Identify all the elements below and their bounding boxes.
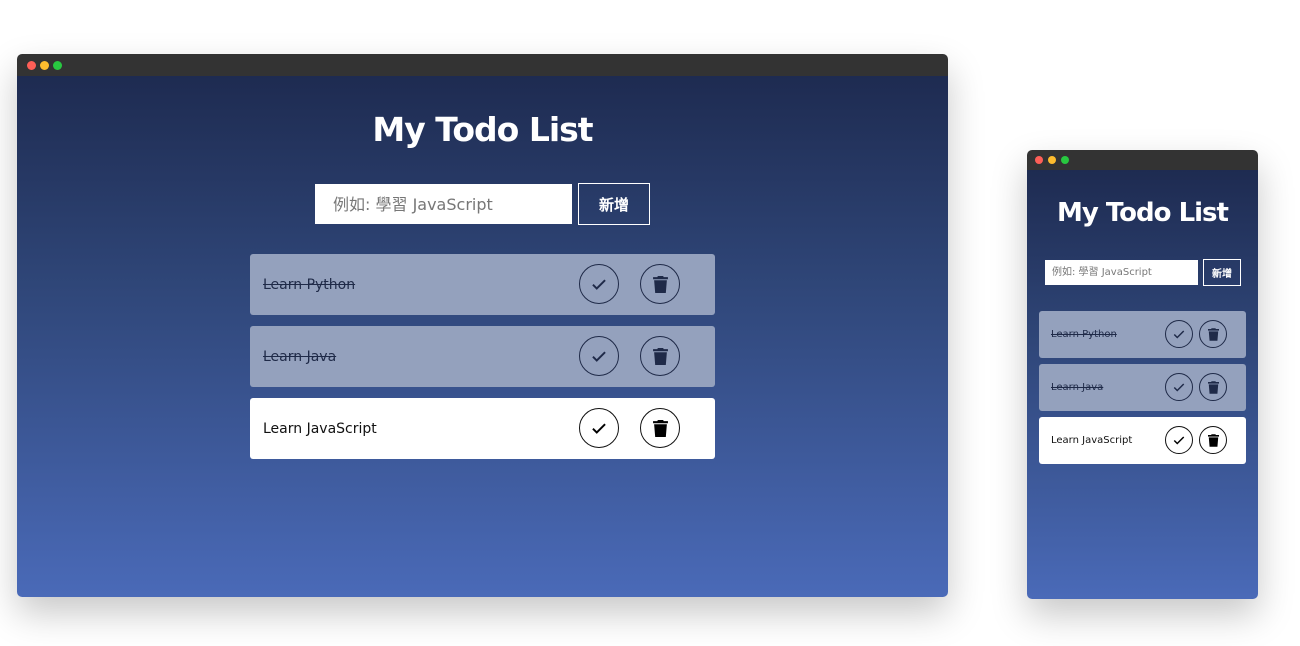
page-title: My Todo List — [372, 110, 593, 149]
complete-button[interactable] — [1165, 373, 1193, 401]
delete-button[interactable] — [1199, 373, 1227, 401]
todo-input[interactable] — [315, 184, 572, 224]
todo-item: Learn Java — [1039, 364, 1246, 411]
add-button[interactable]: 新增 — [578, 183, 650, 225]
check-icon — [1172, 433, 1186, 447]
check-icon — [590, 275, 608, 293]
complete-button[interactable] — [579, 336, 619, 376]
desktop-browser-window: My Todo List 新增 Learn Python Learn Java — [17, 54, 948, 597]
minimize-dot-icon[interactable] — [1048, 156, 1056, 164]
add-button[interactable]: 新增 — [1203, 259, 1241, 286]
trash-icon — [652, 275, 668, 293]
trash-icon — [652, 419, 668, 437]
complete-button[interactable] — [579, 408, 619, 448]
todo-list: Learn Python Learn Java Learn JavaScript — [250, 254, 715, 470]
todo-item: Learn Java — [250, 326, 715, 387]
window-titlebar — [17, 54, 948, 76]
check-icon — [1172, 380, 1186, 394]
app-viewport: My Todo List 新增 Learn Python Learn Java — [17, 76, 948, 597]
todo-input[interactable] — [1045, 260, 1198, 285]
close-dot-icon[interactable] — [1035, 156, 1043, 164]
check-icon — [590, 347, 608, 365]
delete-button[interactable] — [640, 264, 680, 304]
close-dot-icon[interactable] — [27, 61, 36, 70]
complete-button[interactable] — [1165, 320, 1193, 348]
todo-item: Learn JavaScript — [250, 398, 715, 459]
trash-icon — [1207, 380, 1219, 394]
delete-button[interactable] — [1199, 426, 1227, 454]
trash-icon — [652, 347, 668, 365]
window-titlebar — [1027, 150, 1258, 170]
check-icon — [1172, 327, 1186, 341]
minimize-dot-icon[interactable] — [40, 61, 49, 70]
complete-button[interactable] — [1165, 426, 1193, 454]
mobile-browser-window: My Todo List 新增 Learn Python Learn Java — [1027, 150, 1258, 599]
maximize-dot-icon[interactable] — [53, 61, 62, 70]
todo-item: Learn Python — [1039, 311, 1246, 358]
trash-icon — [1207, 327, 1219, 341]
complete-button[interactable] — [579, 264, 619, 304]
todo-item: Learn JavaScript — [1039, 417, 1246, 464]
app-viewport: My Todo List 新增 Learn Python Learn Java — [1027, 170, 1258, 599]
delete-button[interactable] — [1199, 320, 1227, 348]
todo-item: Learn Python — [250, 254, 715, 315]
page-title: My Todo List — [1057, 198, 1229, 228]
delete-button[interactable] — [640, 408, 680, 448]
check-icon — [590, 419, 608, 437]
todo-list: Learn Python Learn Java Learn JavaScript — [1039, 311, 1246, 470]
maximize-dot-icon[interactable] — [1061, 156, 1069, 164]
delete-button[interactable] — [640, 336, 680, 376]
trash-icon — [1207, 433, 1219, 447]
